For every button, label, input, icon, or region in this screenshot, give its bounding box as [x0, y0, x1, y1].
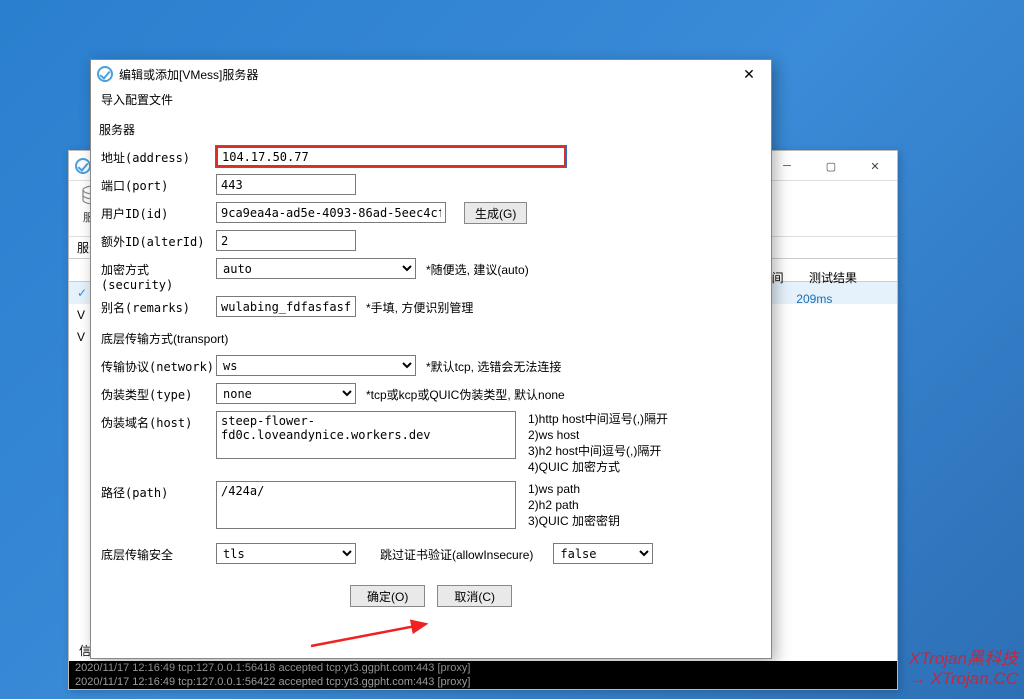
dialog-icon	[97, 66, 113, 82]
remarks-input[interactable]	[216, 296, 356, 317]
group-transport-label: 底层传输方式(transport)	[101, 330, 761, 347]
type-select[interactable]: none	[216, 383, 356, 404]
alterid-label: 额外ID(alterId)	[101, 230, 216, 250]
col-time-fragment: 间	[772, 269, 784, 286]
network-hint: *默认tcp, 选错会无法连接	[426, 355, 561, 375]
security-select[interactable]: auto	[216, 258, 416, 279]
console-line: 2020/11/17 12:16:49 tcp:127.0.0.1:56422 …	[75, 675, 891, 689]
userid-label: 用户ID(id)	[101, 202, 216, 222]
path-hints: 1)ws path 2)h2 path 3)QUIC 加密密钥	[528, 481, 620, 529]
host-textarea[interactable]	[216, 411, 516, 459]
host-label: 伪装域名(host)	[101, 411, 216, 431]
allowinsecure-select[interactable]: false	[553, 543, 653, 564]
host-hints: 1)http host中间逗号(,)隔开 2)ws host 3)h2 host…	[528, 411, 668, 475]
dialog-menubar: 导入配置文件	[91, 88, 771, 111]
type-hint: *tcp或kcp或QUIC伪装类型, 默认none	[366, 383, 565, 403]
maximize-button[interactable]: ▢	[809, 151, 853, 181]
port-label: 端口(port)	[101, 174, 216, 194]
path-label: 路径(path)	[101, 481, 216, 501]
check-icon: ✓	[77, 286, 87, 300]
tls-label: 底层传输安全	[101, 543, 216, 563]
ok-button[interactable]: 确定(O)	[350, 585, 425, 607]
address-input[interactable]	[216, 146, 566, 167]
close-button[interactable]: ✕	[853, 151, 897, 181]
remarks-hint: *手填, 方便识别管理	[366, 296, 473, 316]
alterid-input[interactable]	[216, 230, 356, 251]
watermark: XTrojan黑科技 → XTrojan.CC	[909, 649, 1018, 689]
dialog-close-button[interactable]: ✕	[727, 60, 771, 88]
tls-select[interactable]: tls	[216, 543, 356, 564]
generate-button[interactable]: 生成(G)	[464, 202, 527, 224]
type-label: 伪装类型(type)	[101, 383, 216, 403]
dialog-titlebar: 编辑或添加[VMess]服务器 ✕	[91, 60, 771, 88]
address-label: 地址(address)	[101, 146, 216, 166]
dialog-body: 地址(address) 端口(port) 用户ID(id) 生成(G) 额外ID…	[91, 146, 771, 607]
vmess-dialog: 编辑或添加[VMess]服务器 ✕ 导入配置文件 服务器 地址(address)…	[90, 59, 772, 659]
path-textarea[interactable]	[216, 481, 516, 529]
col-test-result: 测试结果	[809, 269, 857, 286]
group-server-label: 服务器	[91, 111, 771, 142]
dialog-buttons: 确定(O) 取消(C)	[101, 585, 761, 607]
console-line: 2020/11/17 12:16:49 tcp:127.0.0.1:56418 …	[75, 661, 891, 675]
remarks-label: 别名(remarks)	[101, 296, 216, 316]
cancel-button[interactable]: 取消(C)	[437, 585, 512, 607]
security-label: 加密方式(security)	[101, 258, 216, 292]
allowinsecure-label: 跳过证书验证(allowInsecure)	[380, 543, 533, 563]
test-result-value: 209ms	[772, 292, 857, 306]
network-label: 传输协议(network)	[101, 355, 216, 375]
network-select[interactable]: ws	[216, 355, 416, 376]
test-result-column: 间 测试结果 209ms	[772, 269, 857, 306]
userid-input[interactable]	[216, 202, 446, 223]
menu-import-config[interactable]: 导入配置文件	[101, 93, 173, 107]
dialog-title: 编辑或添加[VMess]服务器	[119, 66, 258, 83]
port-input[interactable]	[216, 174, 356, 195]
console-output: 2020/11/17 12:16:49 tcp:127.0.0.1:56418 …	[69, 661, 897, 689]
security-hint: *随便选, 建议(auto)	[426, 258, 529, 278]
app-icon	[75, 158, 91, 174]
window-controls: ─ ▢ ✕	[765, 151, 897, 181]
